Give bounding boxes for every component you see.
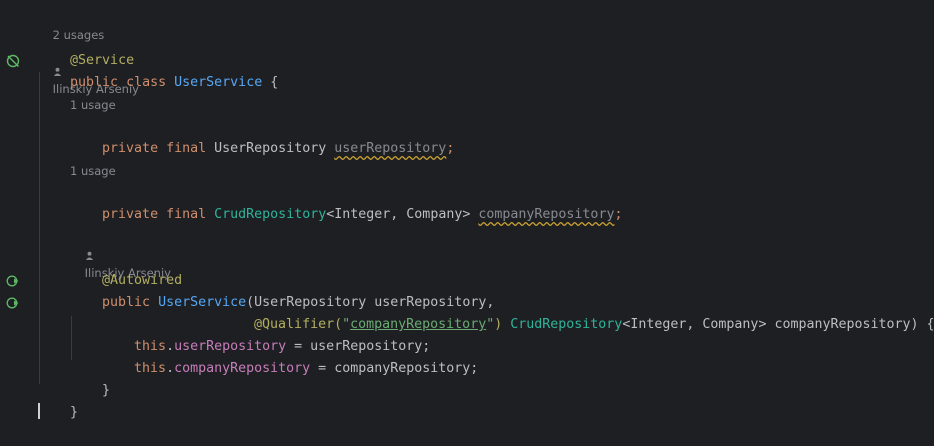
code-line[interactable]: @Qualifier("companyRepository") CrudRepo…	[222, 292, 934, 332]
code-line[interactable]: this.companyRepository = companyReposito…	[102, 336, 478, 376]
autowired-navigate-icon[interactable]	[6, 274, 20, 288]
code-line[interactable]: @Autowired	[70, 248, 182, 288]
autowired-navigate-icon[interactable]	[6, 296, 20, 310]
punctuation: ) {	[910, 317, 934, 332]
code-line[interactable]: @Service	[38, 28, 134, 68]
keyword: class	[126, 75, 167, 90]
keyword: public	[70, 75, 119, 90]
closing-brace: }	[70, 405, 79, 420]
code-line[interactable]: }	[70, 358, 110, 398]
type-name: CrudRepository	[214, 207, 327, 222]
type-name: UserRepository	[214, 141, 327, 156]
punctuation: >	[758, 317, 775, 332]
code-editor[interactable]: 2 usages Ilinskiy Arseniy @Service publi…	[0, 0, 934, 420]
assignment: = companyRepository;	[310, 361, 479, 376]
usages-hint[interactable]: 1 usage	[70, 96, 116, 114]
spring-bean-icon[interactable]	[6, 54, 20, 68]
type-name: CrudRepository	[510, 317, 623, 332]
code-line[interactable]: public class UserService {	[38, 50, 278, 90]
parameter: companyRepository	[774, 317, 911, 332]
punctuation: ,	[686, 317, 703, 332]
field-name: companyRepository	[174, 361, 311, 376]
type-name: Integer	[334, 207, 391, 222]
punctuation: ;	[614, 207, 623, 222]
punctuation: )	[494, 317, 511, 332]
punctuation: .	[166, 361, 175, 376]
code-line[interactable]: this.userRepository = userRepository;	[102, 314, 430, 354]
closing-brace: }	[102, 383, 111, 398]
punctuation: ,	[390, 207, 407, 222]
punctuation: >	[462, 207, 479, 222]
keyword: private	[102, 141, 159, 156]
code-line[interactable]: private final CrudRepository<Integer, Co…	[70, 182, 622, 222]
field-name: companyRepository	[478, 207, 615, 222]
type-name: Company	[406, 207, 463, 222]
class-name: UserService	[174, 75, 263, 90]
keyword: this	[134, 361, 167, 376]
code-line[interactable]: }	[38, 380, 78, 420]
indent-guide	[39, 72, 40, 384]
inlay-hint-constructor[interactable]: Ilinskiy Arseniy	[70, 228, 171, 280]
code-line[interactable]: private final UserRepository userReposit…	[70, 116, 454, 156]
keyword: private	[102, 207, 159, 222]
code-line[interactable]: public UserService(UserRepository userRe…	[70, 270, 494, 310]
keyword: final	[166, 141, 207, 156]
type-name: Integer	[630, 317, 687, 332]
usages-hint[interactable]: 1 usage	[70, 162, 116, 180]
field-name: userRepository	[334, 141, 447, 156]
keyword: public	[102, 295, 151, 310]
type-name: Company	[702, 317, 759, 332]
punctuation: {	[262, 75, 279, 90]
text-caret	[38, 403, 40, 419]
punctuation: ;	[446, 141, 455, 156]
inlay-hint-class[interactable]: 2 usages Ilinskiy Arseniy	[38, 8, 139, 96]
keyword: final	[166, 207, 207, 222]
